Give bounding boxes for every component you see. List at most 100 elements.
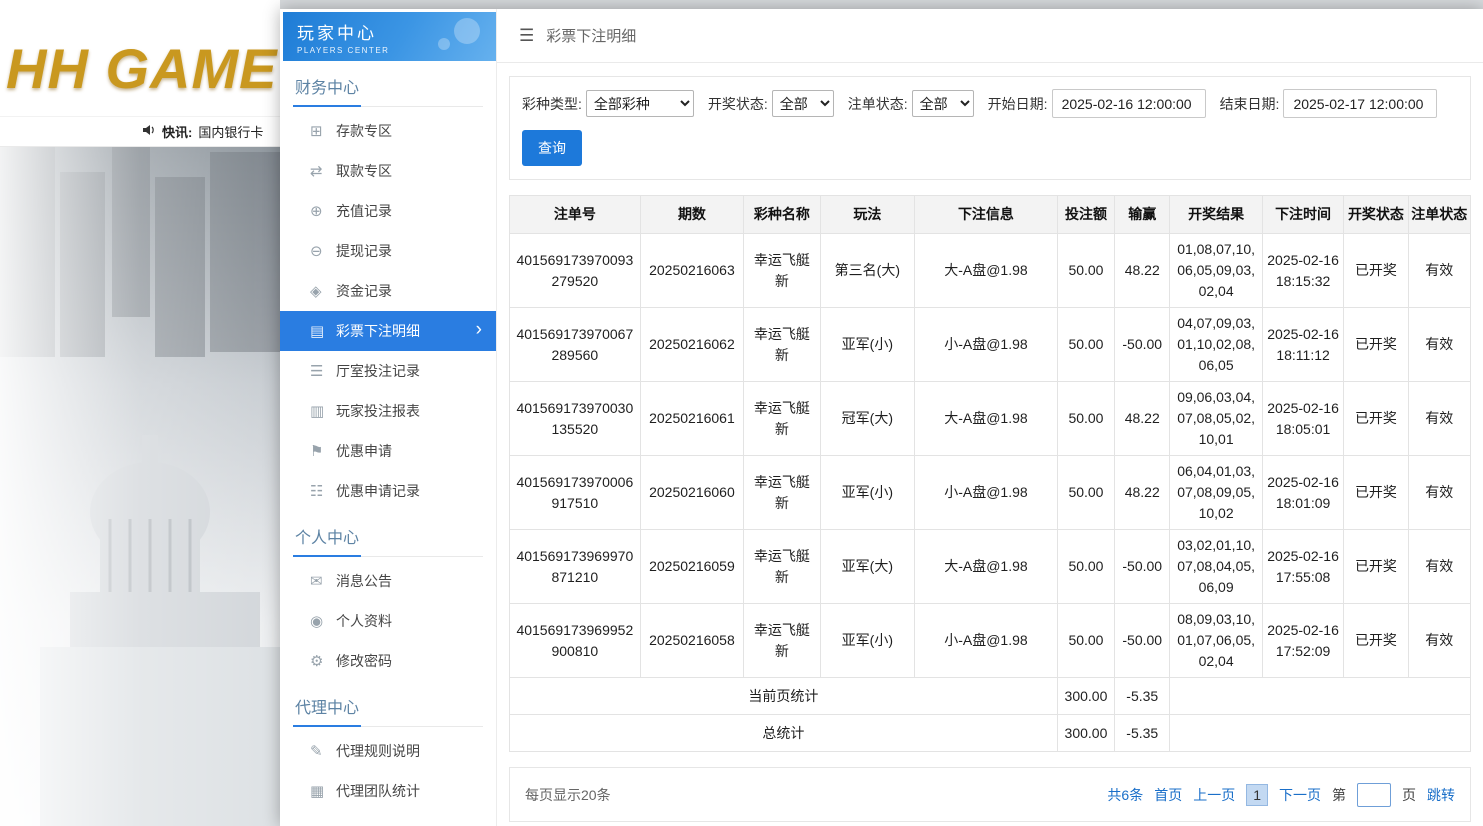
search-button[interactable]: 查询	[522, 130, 582, 166]
jump-label-after: 页	[1402, 785, 1416, 805]
sidebar-item-agent-team-stats[interactable]: ▦代理团队统计	[280, 771, 496, 811]
cell: 04,07,09,03,01,10,02,08,06,05	[1170, 308, 1262, 382]
report-icon: ▥	[310, 402, 336, 420]
column-header: 期数	[640, 196, 744, 234]
cell: -50.00	[1115, 530, 1170, 604]
cell: 已开奖	[1344, 234, 1408, 308]
sidebar-item-promo-apply-records[interactable]: ☷优惠申请记录	[280, 471, 496, 511]
cell: 03,02,01,10,07,08,04,05,06,09	[1170, 530, 1262, 604]
cash-out-icon: ⊖	[310, 242, 336, 260]
cell: 幸运飞艇新	[744, 456, 820, 530]
cell: 亚军(大)	[820, 530, 914, 604]
page-title: 彩票下注明细	[546, 25, 636, 46]
pager: 共6条 首页 上一页 1 下一页 第 页 跳转	[1107, 783, 1455, 807]
sidebar-item-fund-records[interactable]: ◈资金记录	[280, 271, 496, 311]
cell: 2025-02-16 18:15:32	[1262, 234, 1343, 308]
column-header: 开奖状态	[1344, 196, 1408, 234]
cell: 有效	[1408, 604, 1470, 678]
ticker-label: 快讯:	[162, 122, 192, 141]
profile-icon: ◉	[310, 612, 336, 630]
decor-bubble-icon	[454, 18, 480, 44]
sidebar-item-change-password[interactable]: ⚙修改密码	[280, 641, 496, 681]
decor-bubble-icon	[438, 38, 450, 50]
bet-details-icon: ▤	[310, 322, 336, 340]
cell: 401569173970030135520	[510, 382, 641, 456]
promo-records-icon: ☷	[310, 482, 336, 500]
next-page-link[interactable]: 下一页	[1279, 785, 1321, 805]
news-ticker: 快讯: 国内银行卡	[0, 116, 280, 147]
stats-icon: ▦	[310, 782, 336, 800]
draw-status-select[interactable]: 全部	[772, 90, 834, 117]
lottery-type-select[interactable]: 全部彩种	[586, 90, 694, 117]
sidebar-item-profile[interactable]: ◉个人资料	[280, 601, 496, 641]
first-page-link[interactable]: 首页	[1154, 785, 1182, 805]
end-date-input[interactable]	[1283, 89, 1437, 118]
cell: 50.00	[1057, 456, 1114, 530]
player-center-panel: 玩家中心 PLAYERS CENTER 财务中心⊞存款专区⇄取款专区⊕充值记录⊖…	[280, 9, 1483, 826]
column-header: 彩种名称	[744, 196, 820, 234]
speaker-icon	[142, 124, 156, 139]
sidebar-item-label: 彩票下注明细	[336, 321, 420, 341]
cell: 已开奖	[1344, 382, 1408, 456]
cell: 冠军(大)	[820, 382, 914, 456]
sidebar-item-withdrawal-records[interactable]: ⊖提现记录	[280, 231, 496, 271]
cell: 大-A盘@1.98	[915, 234, 1058, 308]
column-header: 下注信息	[915, 196, 1058, 234]
cell: 有效	[1408, 530, 1470, 604]
bets-table-container: 注单号期数彩种名称玩法下注信息投注额输赢开奖结果下注时间开奖状态注单状态 401…	[509, 195, 1471, 752]
draw-status-label: 开奖状态:	[708, 94, 768, 114]
sidebar-item-messages[interactable]: ✉消息公告	[280, 561, 496, 601]
sidebar-item-label: 存款专区	[336, 121, 392, 141]
menu-toggle-icon[interactable]	[519, 26, 534, 46]
cell: 50.00	[1057, 382, 1114, 456]
column-header: 下注时间	[1262, 196, 1343, 234]
sidebar-item-label: 充值记录	[336, 201, 392, 221]
sidebar-item-recharge-records[interactable]: ⊕充值记录	[280, 191, 496, 231]
jump-page-input[interactable]	[1357, 783, 1391, 807]
screen: HH GAME 快讯: 国内银行卡	[0, 0, 1483, 826]
sidebar-item-agent-rules[interactable]: ✎代理规则说明	[280, 731, 496, 771]
cell: 20250216063	[640, 234, 744, 308]
cell: 401569173969970871210	[510, 530, 641, 604]
table-row: 40156917397009327952020250216063幸运飞艇新第三名…	[510, 234, 1471, 308]
column-header: 注单号	[510, 196, 641, 234]
cell: 01,08,07,10,06,05,09,03,02,04	[1170, 234, 1262, 308]
sidebar-item-lottery-bet-details[interactable]: ▤彩票下注明细	[280, 311, 496, 351]
sidebar-item-withdraw-zone[interactable]: ⇄取款专区	[280, 151, 496, 191]
bet-status-label: 注单状态:	[848, 94, 908, 114]
sidebar-item-hall-bet-records[interactable]: ☰厅室投注记录	[280, 351, 496, 391]
cell: 已开奖	[1344, 530, 1408, 604]
jump-button[interactable]: 跳转	[1427, 785, 1455, 805]
page-top-strip	[280, 0, 1483, 9]
cell: 50.00	[1057, 234, 1114, 308]
funds-icon: ◈	[310, 282, 336, 300]
pagination-bar: 每页显示20条 共6条 首页 上一页 1 下一页 第 页 跳转	[509, 767, 1471, 822]
current-page[interactable]: 1	[1246, 784, 1268, 806]
cell: 幸运飞艇新	[744, 530, 820, 604]
cell: 大-A盘@1.98	[915, 530, 1058, 604]
sidebar-item-promo-apply[interactable]: ⚑优惠申请	[280, 431, 496, 471]
column-header: 开奖结果	[1170, 196, 1262, 234]
cell: 401569173970093279520	[510, 234, 641, 308]
cell: 09,06,03,04,07,08,05,02,10,01	[1170, 382, 1262, 456]
site-logo: HH GAME	[6, 36, 277, 101]
sidebar-item-player-bet-report[interactable]: ▥玩家投注报表	[280, 391, 496, 431]
prev-page-link[interactable]: 上一页	[1193, 785, 1235, 805]
end-date-label: 结束日期:	[1220, 94, 1280, 114]
bet-status-select[interactable]: 全部	[912, 90, 974, 117]
sidebar-item-label: 代理规则说明	[336, 741, 420, 761]
background-photo	[0, 147, 280, 826]
total-count: 共6条	[1107, 785, 1143, 805]
summary-label: 总统计	[510, 715, 1058, 752]
start-date-input[interactable]	[1052, 89, 1206, 118]
cell: 2025-02-16 18:05:01	[1262, 382, 1343, 456]
announcement-icon: ✉	[310, 572, 336, 590]
sidebar-item-deposit-zone[interactable]: ⊞存款专区	[280, 111, 496, 151]
lottery-type-label: 彩种类型:	[522, 94, 582, 114]
cell: 20250216060	[640, 456, 744, 530]
table-row: 40156917396997087121020250216059幸运飞艇新亚军(…	[510, 530, 1471, 604]
cell: 亚军(小)	[820, 456, 914, 530]
cell: 有效	[1408, 382, 1470, 456]
cell: 大-A盘@1.98	[915, 382, 1058, 456]
document-icon: ✎	[310, 742, 336, 760]
